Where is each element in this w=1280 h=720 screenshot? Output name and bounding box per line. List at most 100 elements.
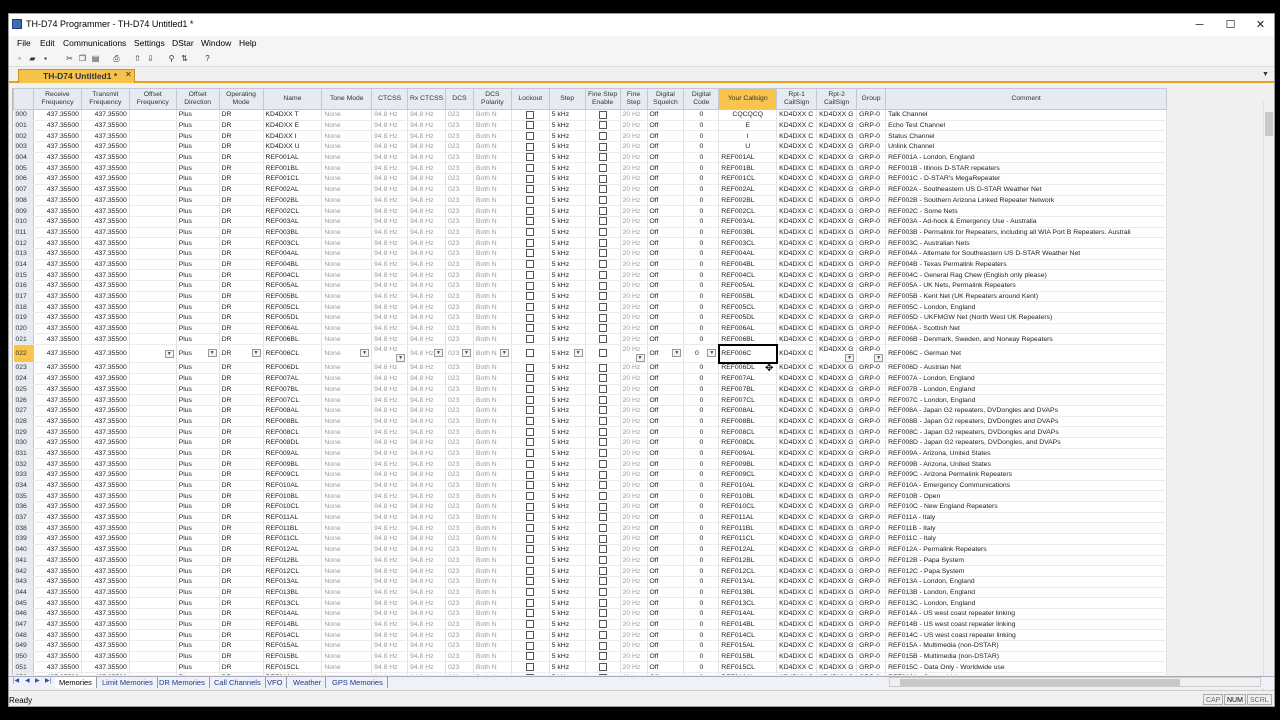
row-index[interactable]: 023 (13, 362, 34, 374)
grid-cell[interactable]: GRP-0 (856, 269, 887, 281)
grid-cell[interactable]: KD4DXX G (816, 312, 858, 324)
table-row[interactable]: 049 437.35500 437.35500 Plus DR REF015AL None 9… (13, 640, 1167, 652)
grid-cell[interactable] (129, 640, 177, 652)
grid-cell[interactable]: 023 (445, 259, 474, 271)
grid-cell[interactable]: 437.35500 (81, 109, 130, 121)
grid-cell[interactable]: 94.8 Hz (407, 587, 447, 599)
grid-cell[interactable]: KD4DXX G (816, 480, 858, 492)
grid-cell[interactable]: DR (219, 152, 264, 164)
grid-cell[interactable]: 0 (683, 629, 720, 641)
grid-cell[interactable]: 5 kHz (549, 280, 586, 292)
grid-cell[interactable]: 437.35500 (81, 629, 130, 641)
table-row[interactable]: 025 437.35500 437.35500 Plus DR REF007BL None 9… (13, 384, 1167, 396)
grid-cell[interactable]: 20 Hz (620, 651, 648, 663)
grid-cell[interactable]: REF011CL (718, 533, 778, 545)
row-index[interactable]: 002 (13, 130, 34, 143)
chevron-down-icon[interactable]: ▼ (845, 354, 855, 362)
grid-cell[interactable]: 437.35500 (33, 522, 82, 535)
grid-cell[interactable]: KD4DXX G (816, 280, 858, 292)
checkbox[interactable] (598, 206, 607, 215)
row-index[interactable]: 008 (13, 195, 34, 207)
grid-cell[interactable]: KD4DXX C (776, 152, 818, 164)
checkbox[interactable] (526, 630, 535, 639)
grid-cell[interactable]: None (321, 629, 373, 641)
table-row[interactable]: 004 437.35500 437.35500 Plus DR REF001AL None 9… (13, 152, 1167, 164)
checkbox-cell[interactable] (511, 469, 550, 481)
grid-cell[interactable]: Off (647, 227, 685, 239)
grid-cell[interactable]: 5 kHz (549, 384, 586, 396)
checkbox[interactable] (598, 598, 607, 607)
grid-cell[interactable]: 437.35500 (81, 205, 130, 217)
grid-cell[interactable]: 94.8 Hz (371, 608, 409, 620)
checkbox[interactable] (526, 374, 535, 383)
grid-cell[interactable]: Both N (473, 533, 512, 545)
grid-cell[interactable]: Both N (473, 619, 512, 631)
grid-cell[interactable]: 94.8 Hz (407, 184, 447, 196)
grid-cell[interactable]: Off (647, 269, 685, 281)
grid-cell[interactable]: KD4DXX G (816, 216, 858, 228)
row-index[interactable]: 051 (13, 661, 34, 674)
grid-cell[interactable]: 0 (683, 661, 720, 674)
grid-cell[interactable]: REF013A - London, England (885, 576, 1167, 588)
table-row[interactable]: 031 437.35500 437.35500 Plus DR REF009AL None 9… (13, 448, 1167, 460)
grid-cell[interactable]: Plus (176, 259, 220, 271)
checkbox[interactable] (598, 406, 607, 415)
grid-cell[interactable]: REF007A - London, England (885, 373, 1167, 385)
grid-cell[interactable]: 023 (445, 512, 474, 524)
grid-cell[interactable]: 023 (445, 130, 474, 143)
grid-cell[interactable]: GRP-0 (856, 130, 887, 143)
grid-cell[interactable]: REF005A - UK Nets, Permalink Repeaters (885, 280, 1167, 292)
grid-cell[interactable]: 0 (683, 109, 720, 121)
checkbox-cell[interactable] (511, 248, 550, 260)
grid-cell[interactable]: KD4DXX C (776, 216, 818, 228)
grid-cell[interactable]: 437.35500 (81, 597, 130, 609)
checkbox[interactable] (526, 406, 535, 415)
grid-cell[interactable]: Off (647, 501, 685, 513)
grid-cell[interactable]: 023 (445, 533, 474, 545)
checkbox[interactable] (526, 673, 535, 675)
grid-cell[interactable]: Off (647, 173, 685, 185)
grid-cell[interactable]: Off (647, 672, 685, 675)
grid-cell[interactable]: Off (647, 109, 685, 121)
grid-cell[interactable]: REF013CL (263, 597, 323, 609)
grid-cell[interactable]: 94.8 Hz (371, 248, 409, 260)
grid-cell[interactable]: 0 (683, 333, 720, 346)
grid-cell[interactable]: KD4DXX G (816, 227, 858, 239)
table-row[interactable]: 001 437.35500 437.35500 Plus DR KD4DXX E None 9… (13, 120, 1167, 132)
grid-cell[interactable]: KD4DXX C (776, 373, 818, 385)
grid-cell[interactable]: 94.8 Hz (371, 184, 409, 196)
grid-cell[interactable]: DR (219, 130, 264, 143)
grid-cell[interactable]: REF010A - Emergency Communications (885, 480, 1167, 492)
grid-cell[interactable]: Off (647, 362, 685, 374)
grid-cell[interactable]: KD4DXX G (816, 661, 858, 674)
grid-cell[interactable]: 94.8 Hz (407, 512, 447, 524)
grid-cell[interactable]: 5 kHz (549, 416, 586, 428)
grid-cell[interactable]: 437.35500 (33, 280, 82, 292)
checkbox[interactable] (526, 228, 535, 237)
grid-cell[interactable]: 5 kHz (549, 426, 586, 438)
grid-cell[interactable]: Off (647, 522, 685, 535)
open-icon[interactable]: ▰ (27, 53, 38, 64)
grid-cell[interactable]: Off (647, 248, 685, 260)
grid-cell[interactable]: DR (219, 162, 264, 175)
checkbox-cell[interactable] (511, 437, 550, 449)
grid-cell[interactable]: None (321, 608, 373, 620)
menu-file[interactable]: File (17, 38, 31, 48)
grid-cell[interactable]: KD4DXX G (816, 323, 858, 335)
grid-cell[interactable]: REF008A - Japan G2 repeaters, DVDongles … (885, 405, 1167, 417)
grid-cell[interactable] (129, 195, 177, 207)
grid-cell[interactable]: REF006DL (263, 362, 323, 374)
grid-cell[interactable]: 437.35500 (81, 672, 130, 675)
table-row[interactable]: 012 437.35500 437.35500 Plus DR REF003CL None 9… (13, 237, 1167, 249)
table-row[interactable]: 035 437.35500 437.35500 Plus DR REF010BL None 9… (13, 490, 1167, 503)
grid-cell[interactable]: 20 Hz (620, 619, 648, 631)
grid-cell[interactable]: 94.8 Hz (407, 394, 447, 406)
checkbox-cell[interactable] (585, 544, 621, 556)
checkbox-cell[interactable] (511, 205, 550, 217)
grid-cell[interactable] (129, 291, 177, 303)
grid-cell[interactable]: KD4DXX G (816, 640, 858, 652)
grid-cell[interactable]: REF010BL (263, 490, 323, 503)
grid-cell[interactable] (129, 384, 177, 396)
checkbox[interactable] (598, 174, 607, 183)
grid-cell[interactable]: REF016AL (263, 672, 323, 675)
